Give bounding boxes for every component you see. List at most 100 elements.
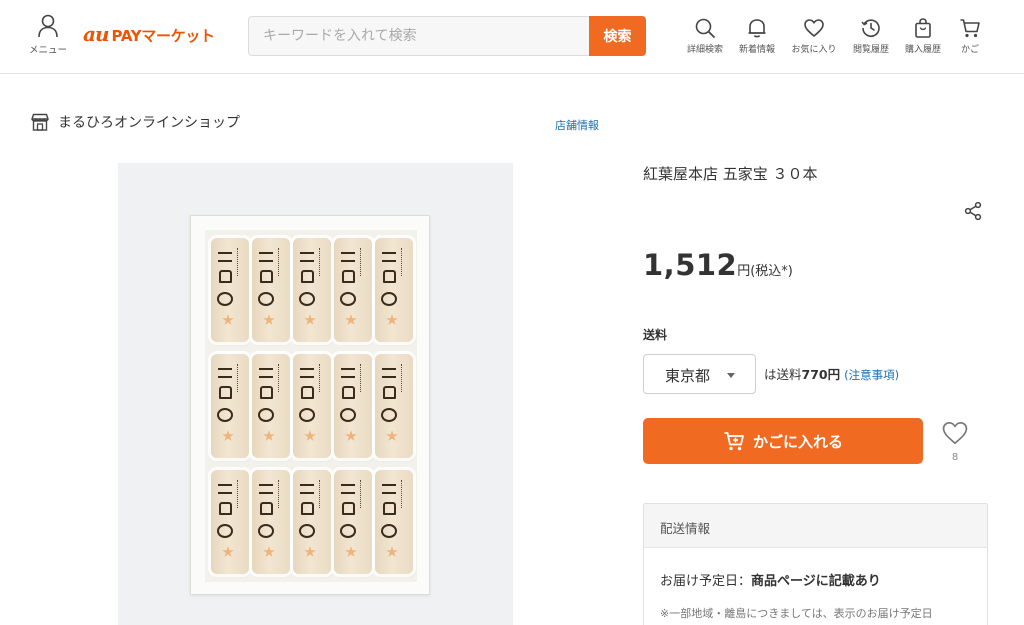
logo-text: PAYマーケット (111, 27, 216, 45)
gokabo-sweet (293, 354, 331, 458)
product-image[interactable] (118, 163, 513, 625)
prefecture-value: 東京都 (665, 367, 711, 385)
sweet-mark (219, 270, 232, 283)
gokabo-sweet (293, 238, 331, 342)
share-icon (964, 201, 982, 221)
sweet-mark (300, 368, 314, 378)
sweet-mark (381, 292, 397, 306)
sweet-mark (237, 364, 240, 392)
sweet-mark (360, 480, 363, 508)
logo-au: au (83, 22, 109, 46)
sweet-mark (341, 252, 355, 262)
nav-advanced-search[interactable]: 詳細検索 (676, 17, 734, 55)
sweet-mark (300, 252, 314, 262)
gokabo-sweet (252, 238, 290, 342)
sweet-mark (386, 430, 398, 441)
sweet-mark (383, 386, 396, 399)
sweet-mark (278, 480, 281, 508)
delivery-date-label: お届け予定日： (660, 574, 752, 589)
sweet-mark (263, 314, 275, 325)
nav-favorites[interactable]: お気に入り (785, 17, 843, 55)
sweet-mark (345, 430, 357, 441)
sweet-mark (218, 252, 232, 262)
sweet-mark (401, 248, 404, 276)
au-pay-market-logo[interactable]: au PAYマーケット (83, 22, 215, 46)
sweet-mark (218, 368, 232, 378)
sweet-mark (217, 408, 233, 422)
shop-link[interactable]: まるひろオンラインショップ (30, 112, 240, 132)
shop-name: まるひろオンラインショップ (58, 115, 240, 131)
prefecture-select[interactable]: 東京都 (643, 354, 756, 394)
sweet-mark (381, 524, 397, 538)
product-price: 1,512 円(税込*) (643, 248, 793, 282)
sweet-mark (319, 364, 322, 392)
search-bar: 検索 (248, 16, 646, 56)
sweet-mark (237, 480, 240, 508)
nav-label: 新着情報 (738, 45, 775, 55)
sweet-mark (263, 546, 275, 557)
nav-label: 詳細検索 (686, 45, 723, 55)
sweet-mark (382, 252, 396, 262)
favorite-count: 8 (951, 452, 959, 463)
sweet-mark (360, 248, 363, 276)
sweet-mark (386, 314, 398, 325)
shipping-note-link[interactable]: (注意事項) (844, 368, 899, 382)
sweet-mark (340, 524, 356, 538)
cart-icon (724, 432, 744, 451)
sweet-mark (341, 484, 355, 494)
gokabo-sweet (375, 354, 413, 458)
chevron-down-icon (727, 373, 735, 378)
sweet-mark (299, 524, 315, 538)
sweet-mark (345, 546, 357, 557)
add-to-cart-button[interactable]: かごに入れる (643, 418, 923, 464)
search-icon (695, 18, 715, 38)
shopping-bag-icon (915, 18, 931, 38)
sweet-mark (301, 270, 314, 283)
nav-new-info[interactable]: 新着情報 (728, 17, 786, 55)
gokabo-sweet (334, 354, 372, 458)
sweet-mark (319, 248, 322, 276)
sweet-mark (386, 546, 398, 557)
sweet-mark (342, 386, 355, 399)
gokabo-sweet (211, 470, 249, 574)
sweet-mark (260, 386, 273, 399)
nav-label: お気に入り (791, 45, 837, 55)
nav-cart[interactable]: かご (941, 17, 999, 55)
sweet-mark (222, 546, 234, 557)
sweet-mark (342, 270, 355, 283)
sweet-mark (345, 314, 357, 325)
shipping-label: 送料 (643, 328, 668, 342)
sweet-mark (222, 314, 234, 325)
add-to-cart-label: かごに入れる (752, 432, 843, 451)
sweet-mark (340, 292, 356, 306)
sweet-mark (401, 480, 404, 508)
sweet-mark (301, 386, 314, 399)
sweet-mark (304, 430, 316, 441)
sweet-mark (360, 364, 363, 392)
sweet-mark (319, 480, 322, 508)
sweet-mark (278, 248, 281, 276)
cart-icon (960, 19, 980, 38)
sweet-mark (258, 292, 274, 306)
gokabo-sweet (252, 470, 290, 574)
search-input[interactable] (248, 16, 590, 56)
sweet-mark (383, 270, 396, 283)
favorite-button[interactable]: 8 (938, 419, 972, 463)
delivery-heading: 配送情報 (644, 504, 987, 548)
menu-button[interactable]: メニュー (26, 14, 70, 56)
product-title: 紅葉屋本店 五家宝 ３０本 (643, 165, 818, 183)
gokabo-sweet (334, 470, 372, 574)
shipping-prefix: は送料 (764, 367, 802, 382)
gokabo-sweet (375, 470, 413, 574)
share-button[interactable] (962, 200, 984, 226)
search-button[interactable]: 検索 (589, 16, 646, 56)
nav-browsing-history[interactable]: 閲覧履歴 (842, 17, 900, 55)
sweet-mark (218, 484, 232, 494)
sweet-mark (304, 546, 316, 557)
sweet-mark (299, 292, 315, 306)
shop-info-link[interactable]: 店舗情報 (555, 117, 599, 133)
store-icon (31, 113, 49, 131)
sweet-mark (259, 484, 273, 494)
site-header: メニュー au PAYマーケット 検索 詳細検索 新着情報 お気に入り (0, 0, 1024, 74)
sweet-mark (217, 524, 233, 538)
